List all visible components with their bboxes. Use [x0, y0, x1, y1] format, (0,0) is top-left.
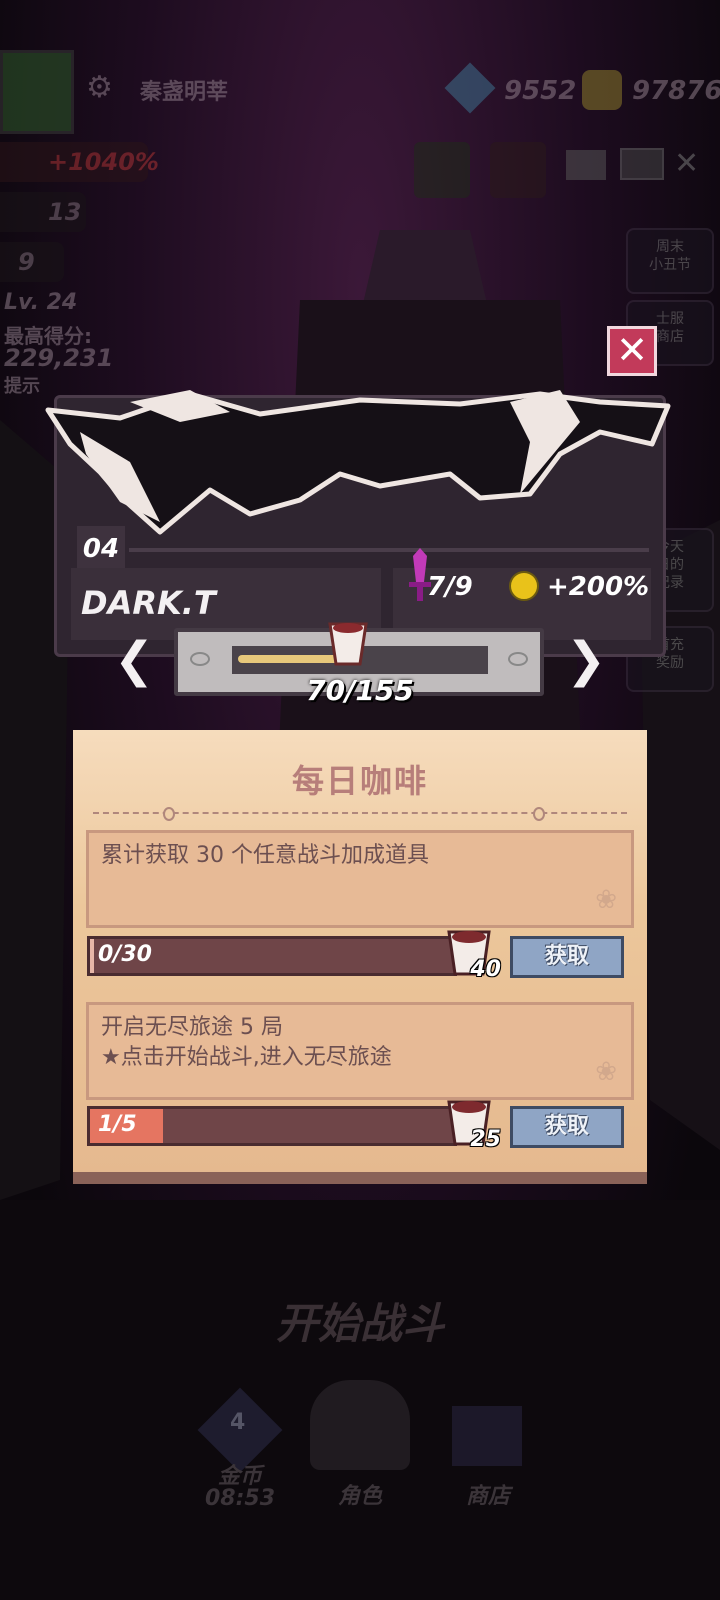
task-card: 开启无尽旅途 5 局 ★点击开始战斗,进入无尽旅途 ❀: [86, 1002, 634, 1100]
character-tab-icon: [310, 1380, 410, 1470]
player-avatar[interactable]: [0, 50, 74, 134]
stat-helmet: 13: [0, 192, 86, 232]
claim-button[interactable]: 获取: [510, 936, 624, 978]
weapon-artwork: [45, 390, 671, 535]
best-score: 229,231: [4, 344, 114, 372]
coin-count: 97876: [632, 76, 720, 106]
nav-gold[interactable]: 4 金币 08:53: [180, 1387, 300, 1511]
paw-icon: ❀: [595, 1057, 617, 1087]
daily-coffee-icon[interactable]: [490, 142, 546, 198]
close-button[interactable]: ✕: [607, 326, 657, 376]
claim-button[interactable]: 获取: [510, 1106, 624, 1148]
nav-shop[interactable]: 商店: [428, 1400, 548, 1510]
smiley-bonus-icon: [509, 571, 539, 601]
coffee-cup-icon: [328, 622, 368, 666]
side-button-weekend[interactable]: 周末 小丑节: [626, 228, 714, 294]
player-name: 秦盏明莘: [140, 80, 229, 105]
task-title: 开启无尽旅途 5 局: [101, 1015, 283, 1040]
gem-count: 9552: [504, 76, 577, 106]
card-divider: [129, 548, 649, 552]
player-level: Lv. 24: [4, 290, 78, 315]
divider-ornament-icon: [163, 807, 175, 821]
daily-coffee-panel: 每日咖啡 累计获取 30 个任意战斗加成道具 ❀ 0/30 40 获取 开启无尽…: [73, 730, 647, 1184]
track-right-cap-icon: [508, 652, 528, 666]
task-progress-bar: 1/5: [87, 1106, 457, 1146]
paw-icon: ❀: [595, 885, 617, 915]
task-description: 开启无尽旅途 5 局 ★点击开始战斗,进入无尽旅途: [101, 1013, 392, 1073]
panel-title: 每日咖啡: [291, 762, 428, 800]
task-card: 累计获取 30 个任意战斗加成道具 ❀: [86, 830, 634, 928]
track-left-cap-icon: [190, 652, 210, 666]
settings-gear-icon[interactable]: ⚙: [86, 70, 113, 105]
stat-sword: 9: [0, 242, 64, 282]
nav-gold-label: 金币 08:53: [204, 1464, 276, 1511]
task-book-icon[interactable]: [414, 142, 470, 198]
shop-tab-icon: [452, 1406, 522, 1466]
hint-label: 提示: [4, 376, 40, 397]
task-progress-bar: 0/30: [87, 936, 457, 976]
task-progress-label: 1/5: [98, 1112, 137, 1137]
nav-character-label: 角色: [337, 1484, 382, 1509]
coin-icon: [582, 70, 622, 110]
task-reward: 25: [445, 1096, 501, 1152]
ranking-icon[interactable]: [566, 150, 606, 180]
bonus-percent: +1040%: [0, 142, 159, 182]
character-name: DARK.T: [81, 584, 216, 622]
task-progress-fill: [90, 939, 94, 973]
sword-stat: 7/9: [427, 572, 473, 602]
gold-badge-count: 4: [230, 1410, 246, 1435]
reward-amount: 40: [470, 957, 501, 982]
divider-ornament-icon: [533, 807, 545, 821]
bonus-stat: +200%: [547, 572, 650, 602]
nav-character[interactable]: 角色: [296, 1380, 424, 1510]
close-x-icon[interactable]: ✕: [674, 146, 699, 181]
task-description: 累计获取 30 个任意战斗加成道具: [101, 843, 429, 868]
task-hint: ★点击开始战斗,进入无尽旅途: [101, 1045, 392, 1070]
task-reward: 40: [445, 926, 501, 982]
start-battle-button[interactable]: 开始战斗: [0, 1290, 720, 1351]
reward-amount: 25: [470, 1127, 501, 1152]
mail-icon[interactable]: [620, 148, 664, 180]
task-progress-label: 0/30: [98, 942, 152, 967]
nav-shop-label: 商店: [465, 1484, 510, 1509]
progress-label: 70/155: [306, 674, 414, 707]
